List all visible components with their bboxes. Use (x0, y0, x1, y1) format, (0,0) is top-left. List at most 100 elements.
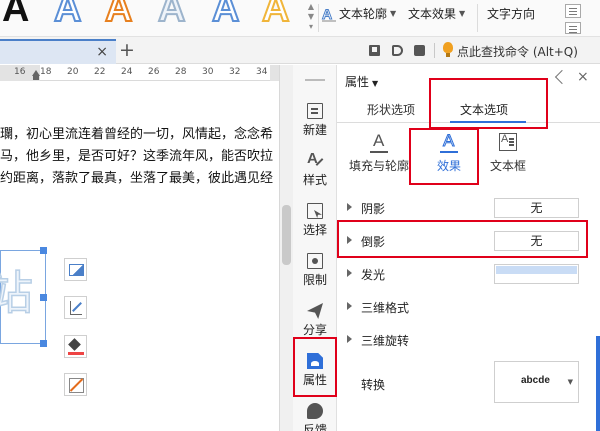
select-icon (307, 203, 323, 219)
text-outline-button[interactable]: A 文本轮廓 ▼ (321, 5, 397, 23)
sidebar-item-properties[interactable]: 属性 (293, 349, 337, 399)
vertical-scrollbar[interactable] (279, 65, 293, 431)
effect-label: 三维格式 (361, 301, 410, 315)
shadow-select[interactable]: 无 (494, 198, 579, 218)
wordart-style-orange-outline[interactable]: A (104, 0, 133, 32)
sidebar-item-label: 新建 (302, 123, 327, 137)
expand-arrow-icon[interactable] (347, 335, 352, 343)
wordart-style-black[interactable]: A (2, 0, 29, 32)
properties-icon (307, 353, 323, 369)
wordart-textbox[interactable]: 站 (0, 247, 47, 347)
sidebar-item-style[interactable]: 样式 (293, 149, 337, 199)
sidebar-item-new[interactable]: 新建 (293, 99, 337, 149)
layout-options-icon[interactable] (64, 258, 87, 281)
text-options-subtabs: 填充与轮廓 效果 文本框 (337, 129, 600, 181)
close-icon[interactable]: × (577, 70, 589, 84)
subtab-label: 填充与轮廓 (348, 159, 409, 173)
resize-handle[interactable] (40, 294, 47, 301)
text-effect-button[interactable]: 文本效果 ▼ (408, 5, 465, 23)
document-canvas[interactable]: 瓓，初心里流连着曾经的一切，风情起，念念希 马，他乡里，是否可好？这季流年风，能… (0, 82, 279, 431)
feedback-icon (307, 403, 323, 419)
effect-label: 阴影 (361, 202, 386, 216)
style-icon (307, 150, 323, 169)
wordart-style-gray-outline[interactable]: A (157, 0, 186, 32)
effect-row-shadow[interactable]: 阴影 无 (337, 195, 600, 221)
subtab-textbox[interactable]: 文本框 (483, 129, 533, 179)
new-tab-button[interactable]: + (119, 38, 135, 62)
document-tab-bar: × + 点此查找命令 (Alt+Q) (0, 37, 600, 64)
chevron-down-icon: ▼ (372, 79, 379, 88)
ribbon: A A A A A A ▲ ▼ ▾ A 文本轮廓 ▼ 文本效果 ▼ 文字方向 (0, 0, 600, 37)
subtab-effects[interactable]: 效果 (419, 129, 479, 179)
ruler-number: 22 (94, 67, 106, 77)
expand-arrow-icon[interactable] (347, 203, 352, 211)
effect-row-3d-rotation[interactable]: 三维旋转 (337, 327, 600, 353)
subtab-label: 文本框 (489, 159, 526, 173)
wps-window: A A A A A A ▲ ▼ ▾ A 文本轮廓 ▼ 文本效果 ▼ 文字方向 × + (0, 0, 600, 431)
wordart-text: 站 (0, 265, 34, 321)
ruler-number: 20 (67, 67, 79, 77)
text-direction-button[interactable]: 文字方向 (487, 5, 535, 23)
sidebar-item-share[interactable]: 分享 (293, 299, 337, 349)
resize-handle[interactable] (40, 340, 47, 347)
sidebar-item-select[interactable]: 选择 (293, 199, 337, 249)
chevron-down-icon: ▼ (390, 9, 397, 18)
properties-panel: 属性▼ × 形状选项 文本选项 填充与轮廓 效果 文本框 (337, 65, 600, 431)
dock-panel-icon[interactable] (554, 69, 570, 85)
effect-row-glow[interactable]: 发光 (337, 261, 600, 287)
sidebar-item-limit[interactable]: 限制 (293, 249, 337, 299)
document-paragraph-line: 马，他乡里，是否可好？这季流年风，能否吹拉 (0, 149, 274, 164)
sidebar-item-feedback[interactable]: 反馈 (293, 399, 337, 431)
ruler-indent-marker-base[interactable] (33, 76, 39, 80)
wordart-style-gold-outline[interactable]: A (261, 0, 290, 32)
glow-select[interactable] (494, 264, 579, 284)
tab-text-options[interactable]: 文本选项 (460, 101, 508, 118)
textbox-icon (499, 133, 517, 151)
toolbar-grip (305, 79, 325, 81)
chevron-down-icon: ▼ (567, 378, 573, 386)
shape-fill-icon[interactable] (64, 335, 87, 358)
reflection-select[interactable]: 无 (494, 231, 579, 251)
horizontal-ruler[interactable]: 16 18 20 22 24 26 28 30 32 34 (0, 65, 279, 81)
effect-row-reflection[interactable]: 倒影 无 (337, 228, 600, 254)
close-icon[interactable]: × (96, 43, 108, 61)
panel-title: 属性 (345, 75, 370, 89)
ruler-number: 26 (148, 67, 160, 77)
effect-row-3d-format[interactable]: 三维格式 (337, 294, 600, 320)
resize-handle[interactable] (40, 247, 47, 254)
wordart-style-blue-outline-2[interactable]: A (211, 0, 240, 32)
window-edge-accent (596, 336, 600, 431)
expand-arrow-icon[interactable] (347, 269, 352, 277)
document-paragraph-line: 约距离，落款了最真，坐落了最美，彼此遇见经 (0, 171, 274, 186)
text-outline-label: 文本轮廓 (339, 7, 388, 21)
command-search[interactable]: 点此查找命令 (Alt+Q) (457, 43, 578, 60)
text-effect-label: 文本效果 (408, 7, 457, 21)
lightbulb-icon (443, 42, 453, 57)
document-tab[interactable]: × (0, 39, 116, 64)
sidebar-item-label: 限制 (302, 273, 327, 287)
text-box-align-icon[interactable] (565, 22, 581, 34)
effect-label: 倒影 (361, 235, 386, 249)
document-paragraph-line: 瓓，初心里流连着曾经的一切，风情起，念念希 (0, 127, 274, 142)
tab-shape-options[interactable]: 形状选项 (367, 101, 415, 118)
transform-label: 转换 (361, 378, 386, 392)
subtab-fill-outline[interactable]: 填充与轮廓 (343, 129, 415, 179)
ribbon-separator (477, 4, 478, 32)
display-mode-icon[interactable] (414, 45, 425, 56)
scrollbar-thumb[interactable] (282, 205, 291, 265)
ruler-number: 32 (229, 67, 241, 77)
expand-arrow-icon[interactable] (347, 302, 352, 310)
text-align-icon[interactable] (565, 4, 581, 18)
panel-title-dropdown[interactable]: 属性 ▼ (345, 73, 378, 90)
expand-arrow-icon[interactable] (347, 236, 352, 244)
focus-mode-icon[interactable] (392, 45, 403, 56)
shape-outline-icon[interactable] (64, 296, 87, 319)
minimize-pane-icon[interactable] (369, 45, 380, 56)
line-style-icon[interactable] (64, 373, 87, 396)
style-gallery-scroll[interactable]: ▲ ▼ ▾ (306, 2, 316, 34)
transform-select[interactable]: abcde ▼ (494, 361, 579, 403)
ruler-margin-right (270, 65, 279, 81)
sidebar-item-label: 选择 (302, 223, 327, 237)
panel-tabs: 形状选项 文本选项 (337, 95, 600, 123)
wordart-style-blue-outline[interactable]: A (53, 0, 82, 32)
